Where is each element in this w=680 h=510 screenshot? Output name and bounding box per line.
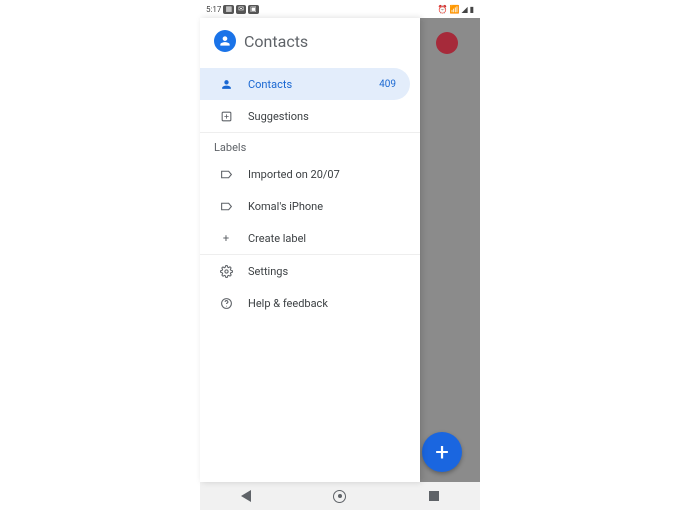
nav-item-suggestions[interactable]: Suggestions	[200, 100, 420, 132]
help-icon	[218, 297, 234, 310]
contacts-count: 409	[379, 79, 396, 90]
label-icon	[218, 200, 234, 213]
nav-item-label: Settings	[248, 265, 406, 278]
nav-item-help[interactable]: Help & feedback	[200, 287, 420, 319]
back-icon	[241, 490, 251, 502]
status-app-icon-1: ▦	[223, 5, 234, 14]
plus-icon: +	[435, 440, 449, 464]
person-icon	[218, 78, 234, 91]
wifi-icon: 📶	[449, 5, 459, 14]
fab-add-contact[interactable]: +	[422, 432, 462, 472]
alarm-icon: ⏰	[438, 5, 448, 14]
gear-icon	[218, 265, 234, 278]
nav-item-settings[interactable]: Settings	[200, 255, 420, 287]
plus-icon: +	[218, 232, 234, 245]
signal-icon: ◢	[461, 5, 467, 14]
nav-back-button[interactable]	[241, 490, 251, 502]
home-icon	[333, 490, 346, 503]
suggestions-icon	[218, 110, 234, 123]
drawer-title: Contacts	[244, 32, 308, 51]
nav-recent-button[interactable]	[429, 491, 439, 501]
nav-item-label[interactable]: Komal's iPhone	[200, 190, 420, 222]
avatar[interactable]	[436, 32, 458, 54]
status-app-icon-3: ▣	[248, 5, 259, 14]
nav-home-button[interactable]	[333, 490, 346, 503]
label-icon	[218, 168, 234, 181]
nav-item-label[interactable]: Imported on 20/07	[200, 158, 420, 190]
status-time: 5:17	[206, 5, 221, 14]
nav-item-label: Imported on 20/07	[248, 168, 406, 181]
nav-drawer: Contacts Contacts 409 Suggestions Labels	[200, 18, 420, 482]
nav-item-create-label[interactable]: + Create label	[200, 222, 420, 254]
phone-frame: 5:17 ▦ ✉ ▣ ⏰ 📶 ◢ ▮ + Contacts	[200, 0, 480, 510]
nav-item-label: Help & feedback	[248, 297, 406, 310]
nav-item-contacts[interactable]: Contacts 409	[200, 68, 410, 100]
status-bar: 5:17 ▦ ✉ ▣ ⏰ 📶 ◢ ▮	[200, 0, 480, 18]
recent-icon	[429, 491, 439, 501]
battery-icon: ▮	[470, 5, 474, 14]
nav-item-label: Contacts	[248, 78, 379, 91]
nav-item-label: Komal's iPhone	[248, 200, 406, 213]
status-app-icon-2: ✉	[236, 5, 246, 14]
labels-section-heading: Labels	[200, 133, 420, 158]
system-nav-bar	[200, 482, 480, 510]
drawer-header: Contacts	[200, 18, 420, 62]
nav-item-label: Create label	[248, 232, 406, 245]
nav-item-label: Suggestions	[248, 110, 406, 123]
contacts-logo-icon	[214, 30, 236, 52]
